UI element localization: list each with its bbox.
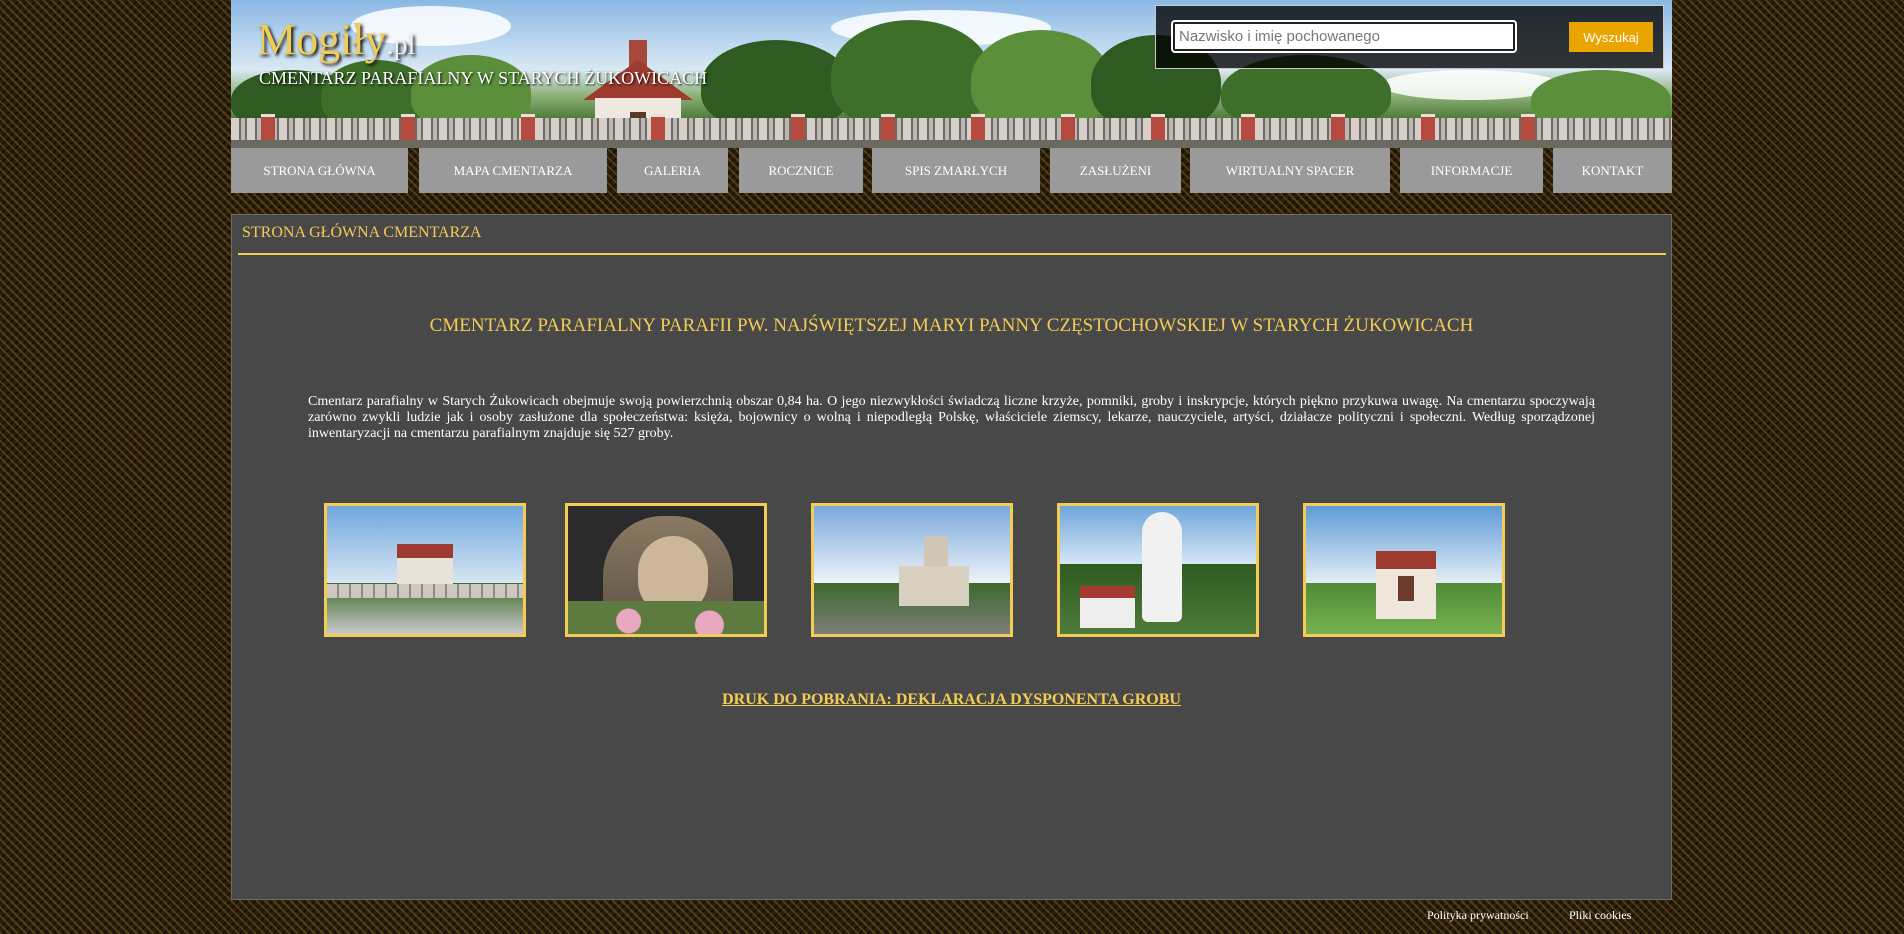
site-logo[interactable]: Mogiły.pl bbox=[257, 14, 415, 65]
page-wrapper: Mogiły.pl CMENTARZ PARAFIALNY W STARYCH … bbox=[231, 0, 1672, 900]
page-headline: CMENTARZ PARAFIALNY PARAFII PW. NAJŚWIĘT… bbox=[429, 315, 1474, 336]
nav-item-spis-zmarlych[interactable]: SPIS ZMARŁYCH bbox=[872, 148, 1040, 193]
nav-item-wirtualny-spacer[interactable]: WIRTUALNY SPACER bbox=[1190, 148, 1390, 193]
section-title: STRONA GŁÓWNA CMENTARZA bbox=[242, 224, 482, 241]
nav-item-kontakt[interactable]: KONTAKT bbox=[1553, 148, 1672, 193]
footer-privacy-link[interactable]: Polityka prywatności bbox=[1427, 908, 1529, 923]
nav-item-strona-glowna[interactable]: STRONA GŁÓWNA bbox=[231, 148, 408, 193]
search-button[interactable]: Wyszukaj bbox=[1569, 22, 1653, 52]
gallery-thumb-church-tower[interactable] bbox=[811, 503, 1013, 637]
download-section: DRUK DO POBRANIA: DEKLARACJA DYSPONENTA … bbox=[232, 691, 1671, 709]
banner-fence bbox=[231, 118, 1672, 140]
gallery-thumb-chapel-front[interactable] bbox=[1303, 503, 1505, 637]
section-divider bbox=[238, 253, 1666, 255]
main-content: STRONA GŁÓWNA CMENTARZA CMENTARZ PARAFIA… bbox=[231, 214, 1672, 900]
logo-tld-text: .pl bbox=[386, 30, 416, 61]
gallery-thumb-mary-statue[interactable] bbox=[1057, 503, 1259, 637]
banner-ground bbox=[231, 140, 1672, 148]
logo-main-text: Mogiły bbox=[257, 15, 387, 64]
nav-item-zasluzeni[interactable]: ZASŁUŻENI bbox=[1050, 148, 1181, 193]
main-navigation: STRONA GŁÓWNA MAPA CMENTARZA GALERIA ROC… bbox=[231, 148, 1672, 193]
gallery-thumb-chapel-fence[interactable] bbox=[324, 503, 526, 637]
site-subtitle: CMENTARZ PARAFIALNY W STARYCH ŻUKOWICACH bbox=[259, 68, 708, 88]
download-declaration-link[interactable]: DRUK DO POBRANIA: DEKLARACJA DYSPONENTA … bbox=[722, 691, 1181, 708]
nav-item-galeria[interactable]: GALERIA bbox=[617, 148, 728, 193]
search-input[interactable] bbox=[1171, 20, 1517, 53]
banner-tree bbox=[971, 30, 1111, 130]
nav-item-rocznice[interactable]: ROCZNICE bbox=[739, 148, 863, 193]
header-banner: Mogiły.pl CMENTARZ PARAFIALNY W STARYCH … bbox=[231, 0, 1672, 148]
footer-cookies-link[interactable]: Pliki cookies bbox=[1569, 908, 1631, 923]
nav-item-informacje[interactable]: INFORMACJE bbox=[1400, 148, 1543, 193]
banner-tree bbox=[701, 40, 851, 130]
search-panel: Wyszukaj bbox=[1155, 5, 1664, 69]
intro-paragraph: Cmentarz parafialny w Starych Żukowicach… bbox=[308, 394, 1595, 441]
nav-item-mapa-cmentarza[interactable]: MAPA CMENTARZA bbox=[419, 148, 607, 193]
banner-tree bbox=[831, 20, 991, 130]
gallery-thumb-madonna[interactable] bbox=[565, 503, 767, 637]
